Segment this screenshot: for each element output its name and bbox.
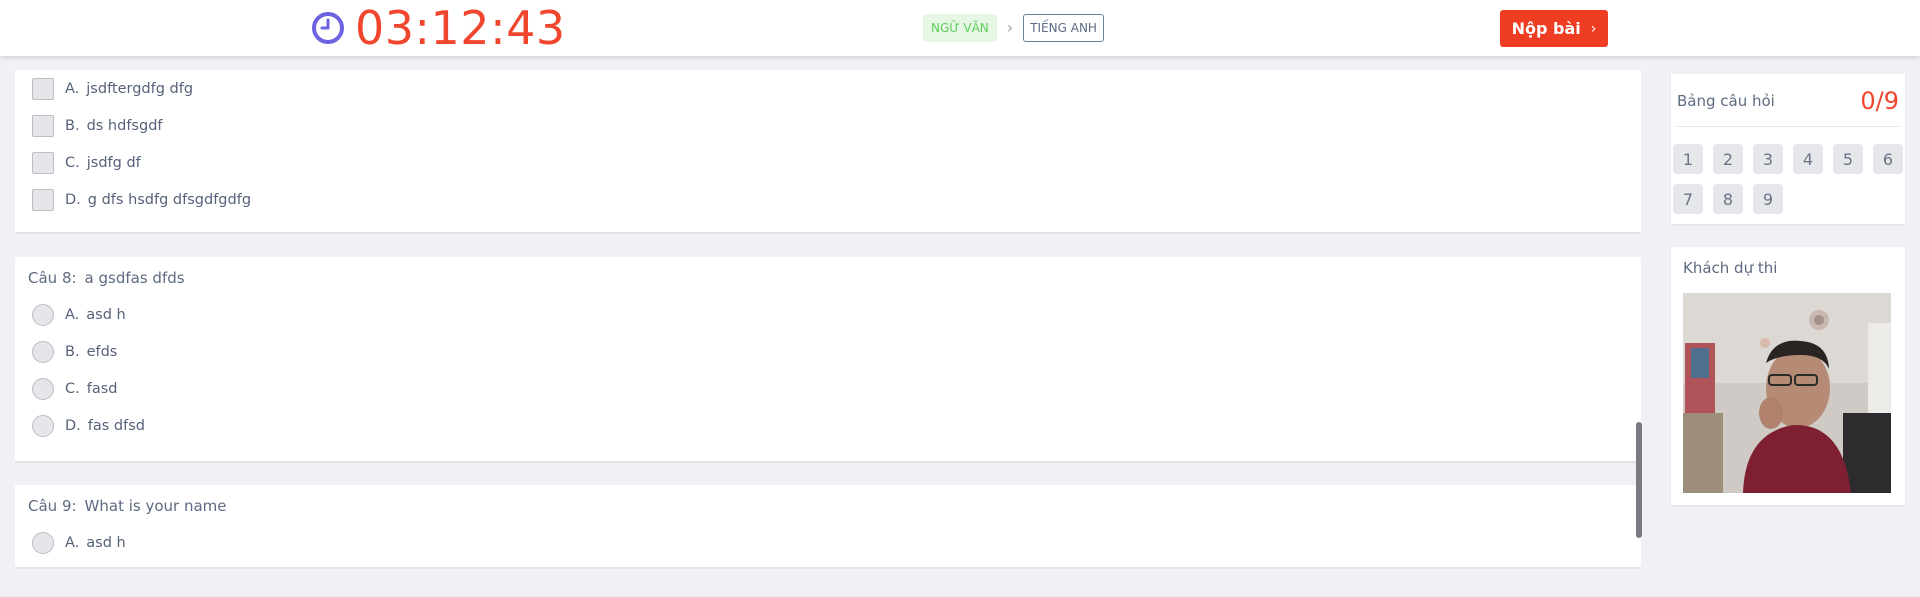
option-letter: C.: [65, 381, 80, 397]
subject-tab-current[interactable]: NGỮ VĂN: [923, 14, 997, 42]
submit-button-label: Nộp bài: [1511, 19, 1581, 38]
question-card: Câu 8: a gsdfas dfds A. asd h B. efds C. …: [15, 257, 1641, 461]
question-nav-button[interactable]: 2: [1713, 144, 1743, 174]
option-text: asd h: [86, 307, 126, 323]
checkbox[interactable]: [32, 189, 54, 211]
answer-option[interactable]: D. fas dfsd: [32, 414, 145, 438]
webcam-image: [1683, 293, 1891, 493]
option-letter: C.: [65, 155, 80, 171]
subject-breadcrumb: NGỮ VĂN › TIẾNG ANH: [923, 14, 1104, 42]
option-letter: B.: [65, 118, 80, 134]
radio-button[interactable]: [32, 341, 54, 363]
checkbox[interactable]: [32, 115, 54, 137]
question-nav-button[interactable]: 7: [1673, 184, 1703, 214]
question-nav-button[interactable]: 3: [1753, 144, 1783, 174]
question-number: Câu 9:: [28, 497, 77, 515]
top-bar: 03:12:43 NGỮ VĂN › TIẾNG ANH Nộp bài ›: [0, 0, 1920, 56]
scrollbar-thumb[interactable]: [1636, 422, 1642, 538]
question-text: What is your name: [84, 497, 227, 515]
option-text: fas dfsd: [87, 418, 146, 434]
question-nav-button[interactable]: 9: [1753, 184, 1783, 214]
option-text: efds: [86, 344, 118, 360]
answer-option[interactable]: B. efds: [32, 340, 117, 364]
answered-progress: 0/9: [1860, 87, 1899, 115]
checkbox[interactable]: [32, 152, 54, 174]
option-text: jsdfg df: [86, 155, 141, 171]
option-letter: A.: [65, 535, 80, 551]
timer-value: 03:12:43: [355, 1, 566, 55]
answer-option[interactable]: C. fasd: [32, 377, 117, 401]
clock-icon: [312, 12, 344, 44]
candidate-camera-panel: Khách dự thi: [1671, 247, 1905, 505]
chevron-right-icon: ›: [1006, 18, 1014, 37]
subject-tab-next[interactable]: TIẾNG ANH: [1023, 14, 1104, 42]
answer-option[interactable]: D. g dfs hsdfg dfsgdfgdfg: [32, 188, 251, 212]
question-text: a gsdfas dfds: [84, 269, 185, 287]
submit-button[interactable]: Nộp bài ›: [1500, 10, 1608, 47]
radio-button[interactable]: [32, 304, 54, 326]
answer-option[interactable]: A. jsdftergdfg dfg: [32, 77, 193, 101]
question-board: Bảng câu hỏi 0/9 1 2 3 4 5 6 7 8 9: [1671, 74, 1905, 224]
chevron-right-icon: ›: [1590, 20, 1597, 37]
option-letter: D.: [65, 192, 81, 208]
divider: [1677, 126, 1899, 127]
question-nav-button[interactable]: 4: [1793, 144, 1823, 174]
question-nav-button[interactable]: 6: [1873, 144, 1903, 174]
countdown-timer: 03:12:43: [311, 1, 566, 55]
question-board-title: Bảng câu hỏi: [1677, 92, 1775, 110]
answer-option[interactable]: B. ds hdfsgdf: [32, 114, 163, 138]
question-card: Câu 9: What is your name A. asd h: [15, 485, 1641, 567]
answer-option[interactable]: C. jsdfg df: [32, 151, 141, 175]
option-text: ds hdfsgdf: [86, 118, 163, 134]
option-text: g dfs hsdfg dfsgdfgdfg: [87, 192, 252, 208]
option-letter: B.: [65, 344, 80, 360]
option-letter: D.: [65, 418, 81, 434]
webcam-feed: [1683, 293, 1891, 493]
option-letter: A.: [65, 81, 80, 97]
camera-panel-title: Khách dự thi: [1683, 259, 1778, 277]
option-letter: A.: [65, 307, 80, 323]
question-nav-button[interactable]: 8: [1713, 184, 1743, 214]
option-text: fasd: [86, 381, 118, 397]
radio-button[interactable]: [32, 532, 54, 554]
question-number: Câu 8:: [28, 269, 77, 287]
question-title: Câu 9: What is your name: [28, 497, 227, 515]
question-nav-button[interactable]: 1: [1673, 144, 1703, 174]
question-title: Câu 8: a gsdfas dfds: [28, 269, 185, 287]
option-text: asd h: [86, 535, 126, 551]
radio-button[interactable]: [32, 378, 54, 400]
answer-option[interactable]: A. asd h: [32, 303, 126, 327]
question-card: A. jsdftergdfg dfg B. ds hdfsgdf C. jsdf…: [15, 70, 1641, 232]
answer-option[interactable]: A. asd h: [32, 531, 126, 555]
radio-button[interactable]: [32, 415, 54, 437]
checkbox[interactable]: [32, 78, 54, 100]
option-text: jsdftergdfg dfg: [86, 81, 194, 97]
question-nav-button[interactable]: 5: [1833, 144, 1863, 174]
